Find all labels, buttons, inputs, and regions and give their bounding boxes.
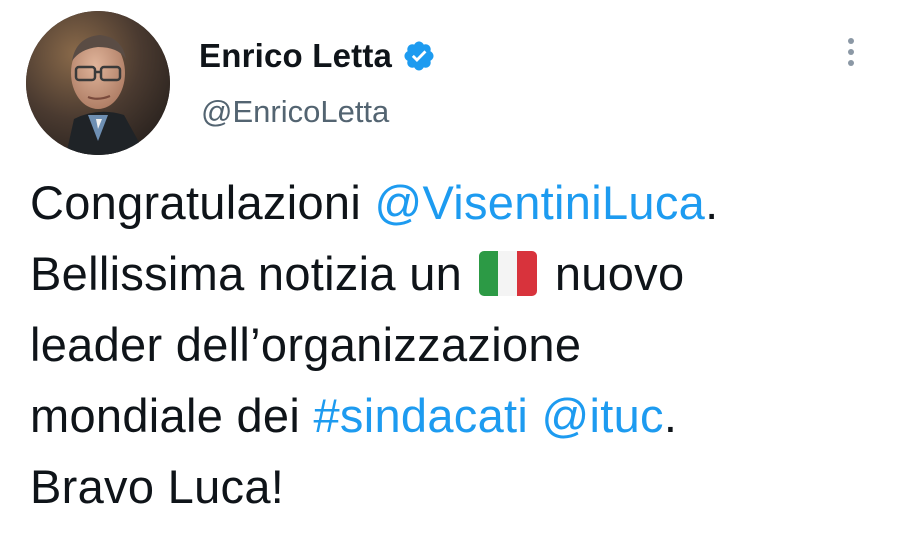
more-vertical-icon-dot bbox=[848, 49, 854, 55]
tweet-text-segment: Congratulazioni bbox=[30, 176, 375, 229]
tweet-text-segment: . bbox=[663, 389, 678, 442]
tweet-line-4: mondiale dei #sindacati @ituc. bbox=[30, 380, 890, 451]
tweet-card[interactable]: Enrico Letta @EnricoLetta Congratulazion… bbox=[0, 0, 900, 556]
tweet-text-segment bbox=[528, 389, 541, 442]
tweet-text-segment: . bbox=[705, 176, 719, 229]
tweet-text-segment: leader dell’organizzazione bbox=[30, 318, 582, 371]
author-handle[interactable]: @EnricoLetta bbox=[201, 94, 389, 130]
more-vertical-icon-dot bbox=[848, 60, 854, 66]
author-name-row: Enrico Letta bbox=[199, 34, 436, 78]
avatar-portrait-image bbox=[26, 11, 170, 155]
tweet-text-segment: Bellissima notizia un bbox=[30, 247, 476, 300]
tweet-text-segment: nuovo bbox=[541, 247, 685, 300]
mention-visentiniluca[interactable]: @VisentiniLuca bbox=[374, 176, 705, 229]
hashtag-sindacati[interactable]: #sindacati bbox=[313, 389, 528, 442]
tweet-line-2: Bellissima notizia un nuovo bbox=[30, 238, 890, 309]
italian-flag-icon bbox=[479, 251, 538, 296]
mention-ituc[interactable]: @ituc bbox=[541, 389, 663, 442]
tweet-line-5: Bravo Luca! bbox=[30, 451, 890, 522]
more-options-button[interactable] bbox=[836, 32, 866, 72]
verified-badge-icon bbox=[404, 41, 434, 71]
tweet-text-segment: Bravo Luca! bbox=[30, 460, 285, 513]
tweet-line-3: leader dell’organizzazione bbox=[30, 309, 890, 380]
author-display-name[interactable]: Enrico Letta bbox=[199, 37, 392, 75]
tweet-text: Congratulazioni @VisentiniLuca. Bellissi… bbox=[30, 167, 890, 522]
avatar[interactable] bbox=[26, 11, 170, 155]
tweet-text-segment: mondiale dei bbox=[30, 389, 314, 442]
more-vertical-icon-dot bbox=[848, 38, 854, 44]
tweet-line-1: Congratulazioni @VisentiniLuca. bbox=[30, 167, 890, 238]
